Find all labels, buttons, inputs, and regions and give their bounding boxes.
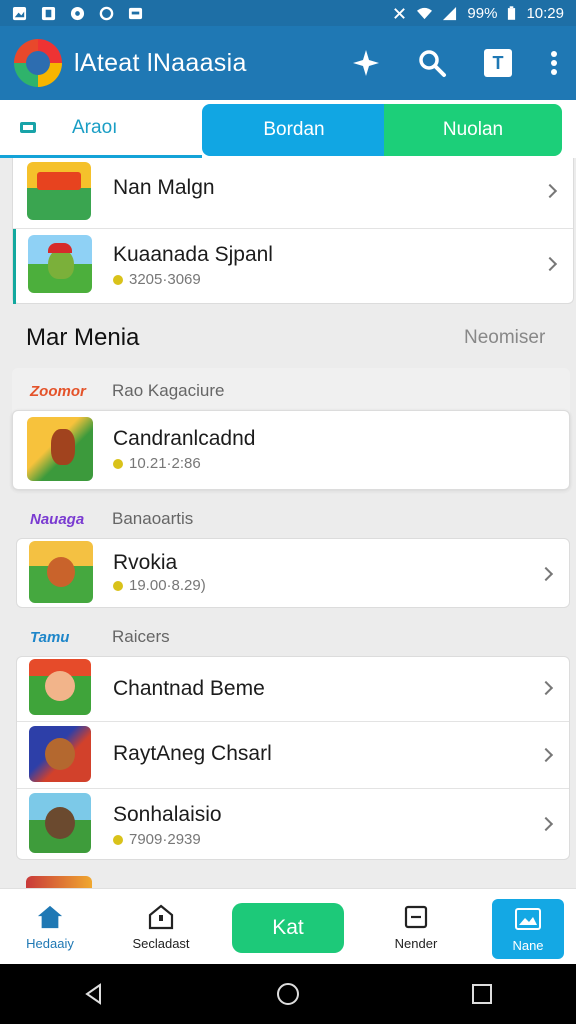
section-title: Mar Menia [26, 324, 140, 351]
chevron-right-icon [538, 566, 554, 582]
home-icon [37, 904, 63, 930]
battery-percent: 99% [467, 4, 498, 22]
list-item-selected[interactable]: Kuaanada Sjpanl 3205·3069 [13, 229, 573, 304]
message-notification-icon [128, 7, 143, 19]
item-subtitle: 10.21·2:86 [113, 455, 201, 472]
nav-nane[interactable]: Nane [492, 899, 564, 959]
nav-label: Hedaaiy [26, 935, 74, 951]
game-thumbnail [29, 541, 93, 603]
item-title: Rvokia [113, 551, 178, 574]
item-title: Chantnad Beme [113, 677, 265, 700]
clock: 10:29 [526, 4, 564, 22]
game-thumbnail [27, 417, 93, 481]
list-item[interactable]: RaytAneg Chsarl [17, 722, 569, 788]
minus-square-icon [403, 904, 429, 930]
tab-square-icon [20, 122, 36, 133]
nav-kat-button[interactable]: Kat [232, 903, 344, 953]
item-title: Sonhalaisio [113, 803, 222, 826]
text-edit-button[interactable]: T [480, 45, 516, 81]
home-circle-icon[interactable] [276, 982, 300, 1006]
nfc-icon [394, 7, 406, 19]
more-vertical-icon [551, 51, 557, 75]
game-thumbnail [29, 659, 91, 715]
nav-home[interactable]: Hedaaiy [14, 889, 86, 965]
tab-araoi[interactable]: Araoı [0, 100, 202, 158]
item-title: Nan Malgn [113, 176, 215, 199]
sparkle-icon [353, 50, 379, 76]
item-title: Candranlcadnd [113, 427, 256, 450]
group-logo: Tamu [30, 628, 70, 646]
nav-label: Nender [394, 935, 438, 951]
item-subtitle: 7909·2939 [113, 831, 201, 848]
tab-label: Bordan [263, 119, 325, 140]
app-notification-icon [41, 6, 56, 20]
group-header: Tamu Raicers [12, 616, 568, 658]
game-thumbnail [29, 793, 91, 853]
bottom-navigation: Hedaaiy Secladast Kat Nender Nane [0, 888, 576, 964]
item-title: Kuaanada Sjpanl [113, 243, 273, 266]
list-item[interactable]: Sonhalaisio 7909·2939 [17, 789, 569, 861]
chevron-right-icon [542, 256, 558, 272]
item-subtitle: 19.00·8.29) [113, 577, 206, 594]
text-square-icon: T [484, 49, 512, 77]
group-name: Rao Kagaciure [112, 381, 225, 400]
coin-icon [113, 834, 123, 845]
coin-icon [113, 458, 123, 469]
coin-icon [113, 580, 123, 591]
group-header: Zoomor Rao Kagaciure [12, 370, 568, 412]
list-item[interactable]: Chantnad Beme [17, 657, 569, 721]
list-item[interactable]: Nan Malgn [13, 158, 573, 228]
item-title: RaytAneg Chsarl [113, 742, 272, 765]
chevron-right-icon [538, 747, 554, 763]
gallery-notification-icon [12, 6, 27, 20]
wifi-icon [417, 7, 433, 19]
group-logo: Nauaga [30, 510, 85, 528]
group-name: Banaoartis [112, 509, 194, 528]
coin-icon [113, 274, 123, 285]
sync-notification-icon [99, 6, 114, 20]
chevron-right-icon [538, 680, 554, 696]
list-item[interactable]: Rvokia 19.00·8.29) [16, 538, 570, 608]
house-outline-icon [148, 904, 174, 930]
group-logo: Zoomor [30, 382, 86, 400]
list-item-partial[interactable] [26, 876, 92, 888]
app-logo [14, 39, 62, 87]
app-bar: lAteat lNaaasia T [0, 26, 576, 100]
recents-icon[interactable] [470, 982, 494, 1006]
nav-schedule[interactable]: Secladast [122, 889, 200, 965]
chevron-right-icon [538, 816, 554, 832]
battery-icon [508, 5, 516, 20]
back-icon[interactable] [82, 982, 106, 1006]
chevron-right-icon [542, 183, 558, 199]
top-list-card: Nan Malgn Kuaanada Sjpanl 3205·3069 [12, 158, 574, 304]
tab-bar: Araoı Bordan Nuolan [0, 100, 576, 158]
group-header: Nauaga Banaoartis [12, 498, 568, 540]
more-options-button[interactable] [546, 45, 562, 81]
tab-label: Araoı [72, 116, 118, 138]
app-title: lAteat lNaaasia [74, 48, 247, 77]
game-thumbnail [28, 235, 92, 293]
tab-label: Nuolan [442, 119, 504, 140]
nav-label: Kat [272, 916, 304, 939]
status-bar: 99% 10:29 [0, 0, 576, 26]
disc-notification-icon [70, 6, 85, 20]
group-name: Raicers [112, 627, 170, 646]
search-icon [419, 50, 446, 77]
search-button[interactable] [414, 45, 450, 81]
sparkle-button[interactable] [348, 45, 384, 81]
tab-nuolan[interactable]: Nuolan [384, 104, 562, 156]
signal-icon [443, 6, 457, 20]
image-icon [515, 906, 541, 932]
item-subtitle: 3205·3069 [113, 271, 201, 288]
group-list-card: Chantnad Beme RaytAneg Chsarl Sonhalaisi… [16, 656, 570, 860]
nav-label: Secladast [132, 935, 190, 951]
game-thumbnail [27, 162, 91, 220]
nav-label: Nane [512, 937, 544, 953]
system-navigation-bar [0, 964, 576, 1024]
tab-bordan[interactable]: Bordan [202, 104, 386, 156]
list-item[interactable]: Candranlcadnd 10.21·2:86 [12, 410, 570, 490]
game-thumbnail [29, 726, 91, 782]
section-more-link[interactable]: Neomiser [464, 327, 545, 349]
nav-mender[interactable]: Nender [380, 889, 452, 965]
